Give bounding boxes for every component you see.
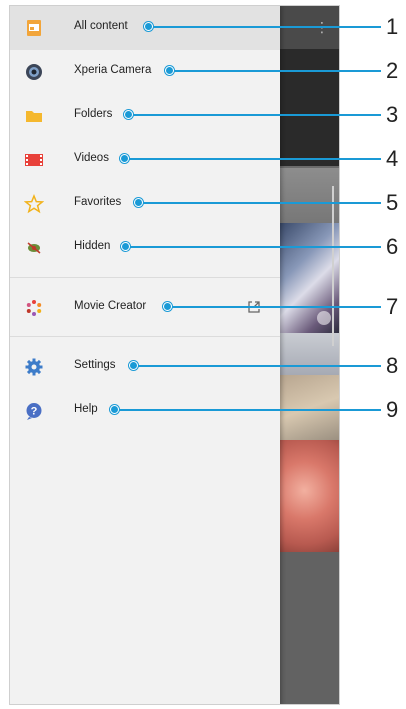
gallery-thumbnail[interactable] [280, 375, 339, 440]
scrollbar[interactable] [332, 186, 334, 346]
drawer-item-movie-creator[interactable]: Movie Creator [10, 286, 280, 330]
callout-line [174, 70, 381, 72]
drawer-item-xperia-camera[interactable]: Xperia Camera [10, 50, 280, 94]
callout-number: 5 [386, 190, 399, 215]
callout-number: 9 [386, 397, 399, 422]
drawer-item-label: All content [74, 20, 128, 32]
callout-dot [124, 110, 133, 119]
callout-line [153, 26, 381, 28]
hidden-eye-icon [27, 242, 41, 254]
callout-dot [121, 242, 130, 251]
callout-number: 7 [386, 294, 399, 319]
svg-text:?: ? [31, 406, 38, 418]
gallery-toolbar: ⋮ [280, 6, 339, 49]
play-icon [317, 311, 331, 325]
callout-number: 1 [386, 14, 399, 39]
callout-dot [110, 405, 119, 414]
drawer-item-label: Settings [74, 359, 116, 371]
gallery-empty-area [280, 552, 339, 704]
drawer-item-hidden[interactable]: Hidden [10, 226, 280, 270]
callout-dot [144, 22, 153, 31]
drawer-item-label: Folders [74, 108, 113, 120]
drawer-item-favorites[interactable]: Favorites [10, 182, 280, 226]
callout-number: 6 [386, 234, 399, 259]
drawer-item-settings[interactable]: Settings [10, 345, 280, 389]
navigation-drawer: All content Xperia Camera Folders Videos… [10, 6, 280, 704]
drawer-item-label: Help [74, 403, 98, 415]
drawer-divider [10, 336, 280, 337]
drawer-item-folders[interactable]: Folders [10, 94, 280, 138]
gallery-thumbnail[interactable] [280, 333, 339, 375]
callout-number: 3 [386, 102, 399, 127]
gear-icon [25, 358, 43, 376]
camera-icon [26, 64, 42, 80]
callout-line [143, 202, 381, 204]
callout-dot [134, 198, 143, 207]
callout-line [119, 409, 381, 411]
callout-number: 2 [386, 58, 399, 83]
drawer-item-videos[interactable]: Videos [10, 138, 280, 182]
callout-dot [163, 302, 172, 311]
callout-line [130, 246, 381, 248]
phone-screen: ⋮ All content Xperia Camera [9, 5, 340, 705]
folder-icon [26, 111, 42, 122]
star-icon [24, 194, 44, 214]
movie-creator-icon [26, 300, 42, 316]
drawer-item-label: Favorites [74, 196, 122, 208]
callout-line [133, 114, 381, 116]
gallery-thumbnail[interactable] [280, 223, 339, 333]
callout-dot [165, 66, 174, 75]
gallery-thumbnail[interactable] [280, 168, 339, 223]
callout-line [138, 365, 381, 367]
drawer-item-label: Movie Creator [74, 300, 147, 312]
all-content-icon [27, 20, 41, 36]
drawer-item-label: Videos [74, 152, 109, 164]
callout-line [129, 158, 381, 160]
callout-number: 8 [386, 353, 399, 378]
drawer-divider [10, 277, 280, 278]
drawer-item-label: Xperia Camera [74, 64, 152, 76]
callout-dot [120, 154, 129, 163]
gallery-thumbnail[interactable] [280, 440, 339, 552]
callout-number: 4 [386, 146, 399, 171]
drawer-item-label: Hidden [74, 240, 111, 252]
callout-line [172, 306, 381, 308]
drawer-item-help[interactable]: ? Help [10, 389, 280, 433]
gallery-background: ⋮ [280, 6, 339, 704]
film-icon [25, 154, 43, 166]
help-icon: ? [26, 403, 42, 420]
callout-dot [129, 361, 138, 370]
